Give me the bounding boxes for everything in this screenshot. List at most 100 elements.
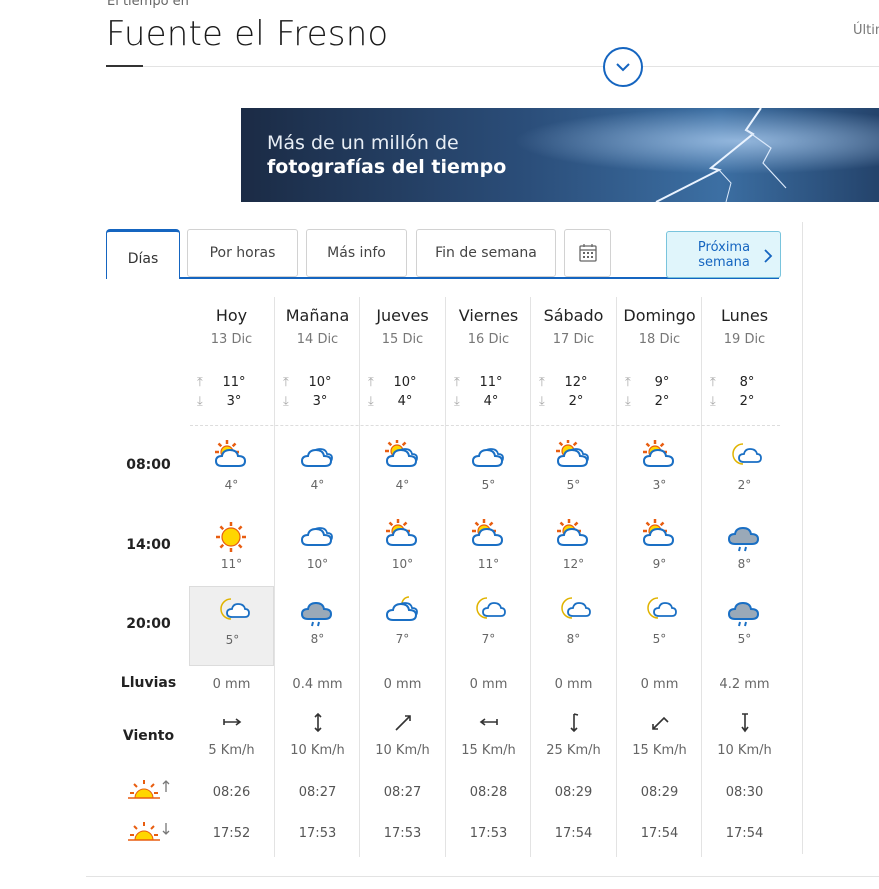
temp-min-icon: ⤓	[368, 394, 374, 409]
sunrise-time: 08:30	[725, 785, 764, 800]
forecast-cell-1400[interactable]: 12°	[531, 511, 616, 591]
forecast-cell-0800[interactable]: 4°	[360, 432, 445, 512]
temp-min: 4°	[397, 394, 413, 409]
forecast-cell-0800[interactable]: 2°	[702, 432, 787, 512]
forecast-cell-2000[interactable]: 7°	[360, 586, 445, 666]
sunrise-time: 08:28	[469, 785, 508, 800]
forecast-temp: 8°	[737, 557, 752, 571]
sun-cloud-icon	[642, 519, 675, 546]
temp-max: 10°	[393, 375, 417, 390]
temp-min-icon: ⤓	[625, 394, 631, 409]
last-update-text: Últim	[853, 23, 879, 38]
cloudy-icon	[300, 527, 333, 546]
day-name: Viernes	[458, 306, 519, 325]
forecast-cell-1400[interactable]: 10°	[360, 511, 445, 591]
day-temps: ⤒ 12° ⤓ 2°	[531, 375, 616, 413]
forecast-temp: 10°	[306, 557, 329, 571]
rain-amount: 0 mm	[383, 677, 422, 692]
temp-max-icon: ⤒	[368, 375, 374, 390]
sun-cloud-icon	[556, 519, 589, 546]
forecast-temp: 12°	[562, 557, 585, 571]
title-divider	[106, 66, 879, 67]
tab-fin-de-semana[interactable]: Fin de semana	[416, 229, 556, 277]
forecast-cell-0800[interactable]: 5°	[446, 432, 531, 512]
chevron-down-icon	[616, 63, 630, 72]
forecast-cell-2000[interactable]: 5°	[702, 586, 787, 666]
forecast-temp: 8°	[566, 632, 581, 646]
day-temps: ⤒ 10° ⤓ 4°	[360, 375, 445, 413]
temp-max: 11°	[222, 375, 246, 390]
north-icon	[569, 713, 578, 733]
forecast-temp: 5°	[481, 478, 496, 492]
forecast-temp: 5°	[652, 632, 667, 646]
banner-text-line1: Más de un millón de	[267, 132, 459, 154]
expand-button[interactable]	[603, 47, 643, 87]
next-week-button[interactable]: Próxima semana	[666, 231, 781, 278]
forecast-temp: 10°	[391, 557, 414, 571]
day-name: Jueves	[376, 306, 429, 325]
forecast-cell-1400[interactable]: 11°	[189, 511, 274, 591]
sunrise-time: 08:29	[640, 785, 679, 800]
sunrise-time: 08:27	[383, 785, 422, 800]
southwest-icon	[651, 716, 669, 730]
forecast-cell-1400[interactable]: 9°	[617, 511, 702, 591]
tab-dias[interactable]: Días	[106, 229, 180, 279]
temp-max: 12°	[564, 375, 588, 390]
sun-icon	[216, 522, 246, 552]
row-label-viento: Viento	[122, 728, 175, 744]
sunset-icon	[128, 822, 170, 841]
tab-mas-info[interactable]: Más info	[306, 229, 407, 277]
forecast-cell-0800[interactable]: 4°	[189, 432, 274, 512]
sunset-time: 17:53	[298, 826, 337, 841]
temp-max: 11°	[479, 375, 503, 390]
cloudy-icon	[471, 448, 504, 467]
forecast-temp: 11°	[220, 557, 243, 571]
sun-cloudy-icon	[385, 440, 418, 467]
forecast-cell-1400[interactable]: 10°	[275, 511, 360, 591]
forecast-cell-2000[interactable]: 7°	[446, 586, 531, 666]
day-date: 19 Dic	[723, 332, 766, 347]
calendar-icon	[578, 244, 597, 262]
forecast-cell-0800[interactable]: 5°	[531, 432, 616, 512]
calendar-button[interactable]	[564, 229, 611, 277]
wind-speed: 25 Km/h	[546, 743, 601, 758]
row-label-2000: 20:00	[126, 616, 171, 632]
page-title: Fuente el Fresno	[106, 14, 389, 54]
rain-amount: 0 mm	[554, 677, 593, 692]
forecast-cell-2000[interactable]: 5°	[189, 586, 274, 666]
day-name: Hoy	[215, 306, 248, 325]
bottom-divider	[86, 876, 879, 877]
forecast-cell-1400[interactable]: 11°	[446, 511, 531, 591]
forecast-temp: 5°	[566, 478, 581, 492]
forecast-cell-0800[interactable]: 4°	[275, 432, 360, 512]
forecast-temp: 9°	[652, 557, 667, 571]
moon-cloudy-icon	[385, 596, 418, 621]
temp-max-icon: ⤒	[454, 375, 460, 390]
forecast-temp: 5°	[225, 633, 240, 647]
sunrise-time: 08:26	[212, 785, 251, 800]
day-date: 14 Dic	[296, 332, 339, 347]
day-temps: ⤒ 8° ⤓ 2°	[702, 375, 787, 413]
forecast-temp: 8°	[310, 632, 325, 646]
chevron-right-icon	[764, 249, 773, 263]
sunrise-time: 08:27	[298, 785, 337, 800]
northeast-icon	[394, 715, 411, 731]
forecast-cell-2000[interactable]: 8°	[275, 586, 360, 666]
forecast-temp: 7°	[395, 632, 410, 646]
wind-direction	[617, 712, 702, 738]
forecast-cell-2000[interactable]: 8°	[531, 586, 616, 666]
forecast-temp: 4°	[395, 478, 410, 492]
wind-speed: 10 Km/h	[290, 743, 345, 758]
wind-speed: 10 Km/h	[375, 743, 430, 758]
photos-banner[interactable]: Más de un millón de fotografías del tiem…	[241, 108, 879, 202]
day-date: 18 Dic	[638, 332, 681, 347]
temp-min: 2°	[568, 394, 584, 409]
rain-amount: 0 mm	[212, 677, 251, 692]
drizzle-icon	[727, 601, 760, 627]
forecast-cell-1400[interactable]: 8°	[702, 511, 787, 591]
temp-max-icon: ⤒	[197, 375, 203, 390]
forecast-cell-2000[interactable]: 5°	[617, 586, 702, 666]
forecast-cell-0800[interactable]: 3°	[617, 432, 702, 512]
tab-por-horas[interactable]: Por horas	[187, 229, 298, 277]
sun-cloud-icon	[471, 519, 504, 546]
